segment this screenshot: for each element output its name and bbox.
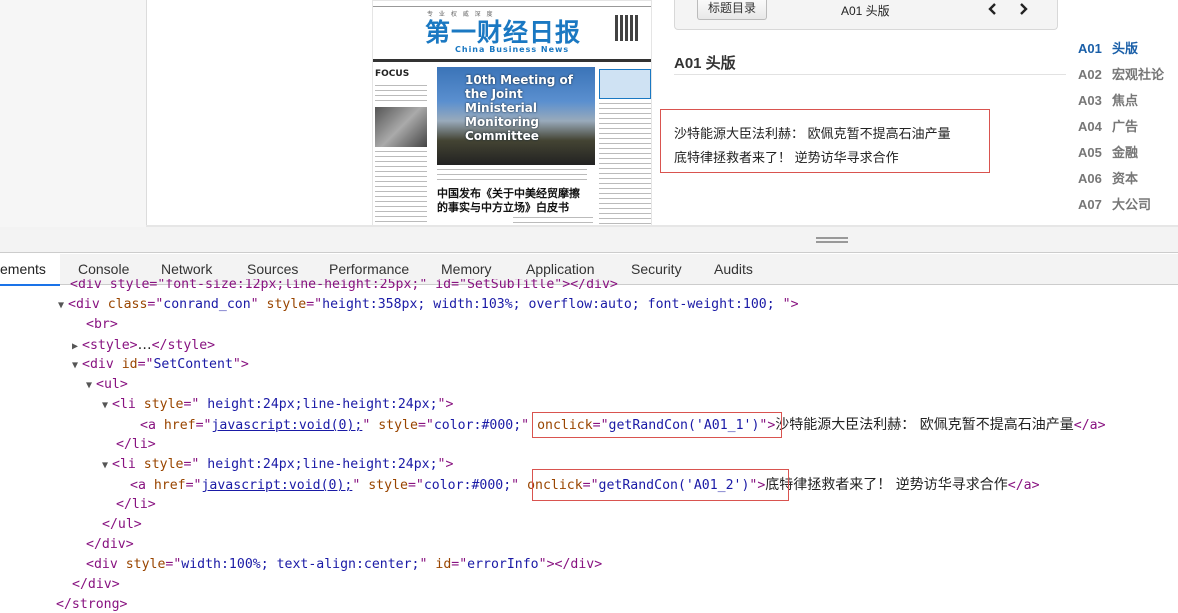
href-link[interactable]: javascript:void(0);	[211, 418, 362, 433]
href-link[interactable]: javascript:void(0);	[201, 478, 352, 493]
toc-button[interactable]: 标题目录	[697, 0, 767, 20]
focus-label: FOCUS	[375, 69, 410, 79]
dom-node-li-close: </li>	[116, 497, 156, 512]
headline-list: 沙特能源大臣法利赫： 欧佩克暂不提高石油产量 底特律拯救者来了！ 逆势访华寻求合…	[660, 109, 990, 173]
collapse-triangle-icon[interactable]: ▼	[72, 356, 82, 376]
dom-node-errorinfo[interactable]: <div style="width:100%; text-align:cente…	[86, 555, 602, 575]
page-item-a07[interactable]: A07 大公司	[1078, 192, 1178, 218]
resize-handle-icon[interactable]	[816, 237, 848, 243]
page-item-a04[interactable]: A04 广告	[1078, 114, 1178, 140]
dom-node-strong-close: </strong>	[56, 597, 128, 612]
devtools-resize-bar[interactable]	[0, 227, 1178, 253]
front-page-headline: 中国发布《关于中美经贸摩擦的事实与中方立场》白皮书	[437, 187, 580, 214]
heading-divider	[674, 74, 1066, 75]
page-nav-bar: 标题目录 A01 头版	[674, 0, 1058, 30]
dom-node-conrand-con[interactable]: ▼ <div class="conrand_con" style="height:…	[58, 295, 799, 315]
prev-page-icon[interactable]	[985, 1, 1001, 17]
dom-node-setsubtitle[interactable]: <div style="font-size:12px;line-height:2…	[70, 279, 618, 295]
expand-triangle-icon[interactable]: ▶	[72, 337, 82, 357]
masthead-title: 第一财经日报	[425, 18, 582, 47]
focus-image	[375, 107, 427, 147]
dom-node-li[interactable]: ▼ <li style=" height:24px;line-height:24p…	[102, 455, 453, 475]
collapse-triangle-icon[interactable]: ▼	[86, 376, 96, 396]
dom-node-li-close: </li>	[116, 437, 156, 452]
headline-link[interactable]: 底特律拯救者来了！ 逆势访华寻求合作	[674, 146, 989, 170]
section-heading: A01 头版	[674, 55, 736, 72]
text-column	[375, 85, 427, 105]
onclick-highlight-box	[532, 412, 782, 438]
masthead-subtitle: China Business News	[455, 45, 570, 54]
page-left-margin	[0, 0, 146, 227]
page-item-a02[interactable]: A02 宏观社论	[1078, 62, 1178, 88]
newspaper-thumbnail[interactable]: 专 业 权 威 深 度 第一财经日报 China Business News F…	[372, 0, 652, 227]
dom-node-div-close: </div>	[72, 577, 120, 592]
collapse-triangle-icon[interactable]: ▼	[58, 296, 68, 316]
dom-node-div-close: </div>	[86, 537, 134, 552]
text-column	[599, 103, 651, 226]
page-index-list: A01 头版 A02 宏观社论 A03 焦点 A04 广告 A05 金融 A06 资本 A0…	[1078, 36, 1178, 227]
page-item-a03[interactable]: A03 焦点	[1078, 88, 1178, 114]
dom-node-setcontent[interactable]: ▼ <div id="SetContent">	[72, 355, 249, 375]
dom-node-style[interactable]: ▶ <style>…</style>	[72, 335, 215, 355]
collapse-triangle-icon[interactable]: ▼	[102, 396, 112, 416]
masthead-top-rule	[373, 1, 651, 7]
devtools-panel: ements Console Network Sources Performan…	[0, 227, 1178, 613]
elements-tree: <div style="font-size:12px;line-height:2…	[0, 279, 1178, 613]
dom-node-ul[interactable]: ▼ <ul>	[86, 375, 128, 395]
onclick-highlight-box	[532, 469, 789, 501]
dom-node-br[interactable]: <br>	[86, 315, 118, 335]
dom-node-ul-close: </ul>	[102, 517, 142, 532]
page-viewport: 专 业 权 威 深 度 第一财经日报 China Business News F…	[0, 0, 1178, 227]
current-page-label: A01 头版	[841, 4, 890, 18]
page-item-a06[interactable]: A06 资本	[1078, 166, 1178, 192]
text-column	[375, 151, 427, 226]
dom-node-li[interactable]: ▼ <li style=" height:24px;line-height:24p…	[102, 395, 453, 415]
next-page-icon[interactable]	[1015, 1, 1031, 17]
photo-title: 10th Meeting of the Joint Ministerial Mo…	[465, 73, 573, 143]
page-item-a05[interactable]: A05 金融	[1078, 140, 1178, 166]
collapse-triangle-icon[interactable]: ▼	[102, 456, 112, 476]
headline-link[interactable]: 沙特能源大臣法利赫： 欧佩克暂不提高石油产量	[674, 122, 989, 146]
page-item-a01[interactable]: A01 头版	[1078, 36, 1178, 62]
masthead-rule	[373, 59, 651, 62]
text-column	[437, 169, 587, 183]
sidebar-box	[599, 69, 651, 99]
qr-code-icon	[615, 15, 639, 41]
